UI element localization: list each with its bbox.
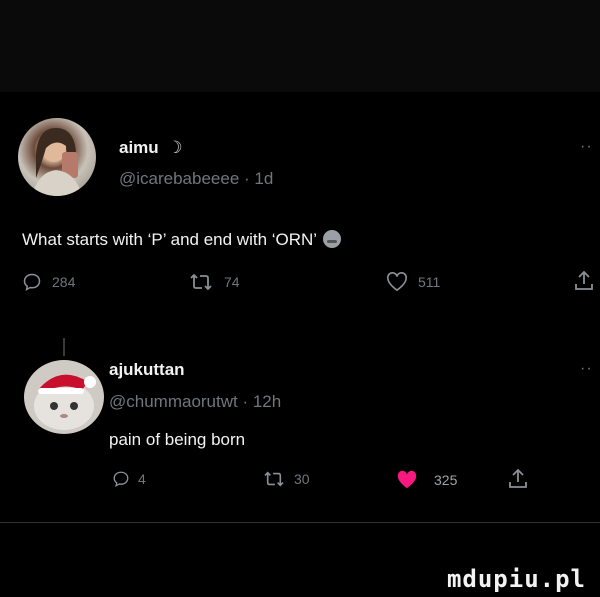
reply-count: 284 (52, 274, 76, 290)
like-count: 325 (434, 472, 458, 488)
heart-filled-icon (397, 470, 417, 489)
avatar-image (34, 374, 96, 430)
retweet-icon (190, 273, 212, 291)
more-options-icon[interactable]: ·· (580, 138, 593, 156)
like-button[interactable]: 511 (386, 272, 440, 292)
handle-and-time[interactable]: @icarebabeeee · 1d (119, 169, 273, 189)
display-name-text[interactable]: aimu (119, 138, 159, 157)
avatar[interactable] (24, 360, 104, 434)
top-bar (0, 0, 600, 92)
tweet-text: pain of being born (109, 430, 246, 449)
name-badge: ☽ (167, 138, 183, 157)
tweet-text: What starts with ‘P’ and end with ‘ORN’ (22, 230, 342, 250)
share-button[interactable] (508, 468, 528, 490)
avatar[interactable] (18, 118, 96, 196)
grimace-emoji-icon (323, 230, 342, 248)
avatar-image (32, 128, 82, 196)
watermark-logo: mdupiu.pl (446, 565, 586, 593)
reply-icon (113, 471, 129, 488)
handle-and-time[interactable]: @chummaorutwt · 12h (109, 392, 281, 412)
display-name[interactable]: aimu ☽ (119, 138, 183, 158)
retweet-button[interactable]: 30 (262, 470, 310, 488)
display-name[interactable]: ajukuttan (109, 360, 185, 380)
like-count: 511 (418, 274, 441, 290)
share-button[interactable] (574, 270, 594, 292)
retweet-button[interactable]: 74 (188, 272, 240, 292)
share-icon (509, 468, 527, 488)
heart-icon (387, 272, 407, 292)
retweet-count: 30 (294, 471, 310, 487)
reply-button[interactable]: 284 (22, 272, 75, 292)
reply-button[interactable]: 4 (112, 470, 146, 488)
tweet-text-content: What starts with ‘P’ and end with ‘ORN’ (22, 230, 318, 249)
retweet-count: 74 (224, 274, 240, 290)
reply-icon (23, 273, 41, 291)
share-icon (575, 270, 593, 290)
more-options-icon[interactable]: ·· (580, 360, 593, 378)
reply-count: 4 (138, 471, 146, 487)
thread-connector-line (63, 338, 65, 356)
like-button[interactable]: 325 (396, 470, 457, 490)
divider (0, 522, 600, 523)
retweet-icon (264, 471, 284, 487)
